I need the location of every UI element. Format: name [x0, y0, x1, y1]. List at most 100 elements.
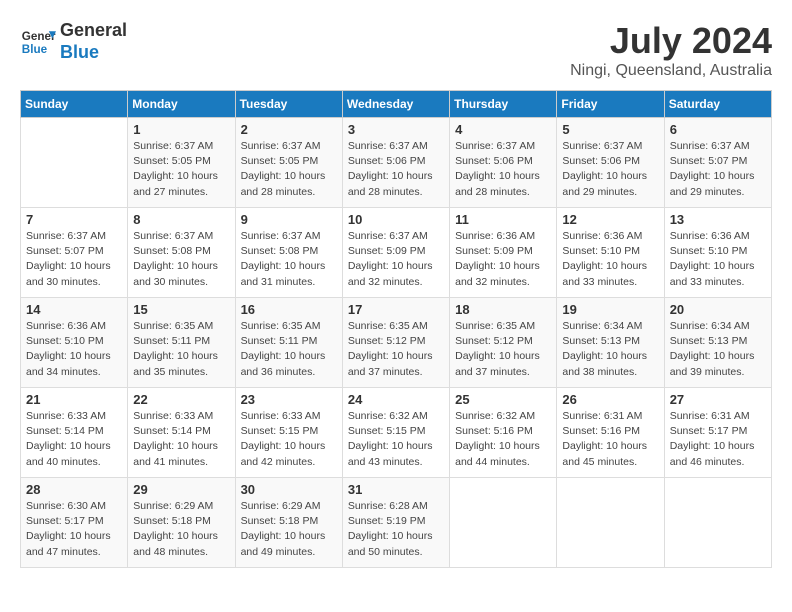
col-tuesday: Tuesday — [235, 91, 342, 118]
day-info: Sunrise: 6:35 AM Sunset: 5:11 PM Dayligh… — [133, 319, 229, 380]
calendar-cell: 19Sunrise: 6:34 AM Sunset: 5:13 PM Dayli… — [557, 298, 664, 388]
day-info: Sunrise: 6:37 AM Sunset: 5:07 PM Dayligh… — [26, 229, 122, 290]
day-number: 13 — [670, 212, 766, 227]
col-friday: Friday — [557, 91, 664, 118]
day-info: Sunrise: 6:33 AM Sunset: 5:15 PM Dayligh… — [241, 409, 337, 470]
calendar-cell: 26 Sunrise: 6:31 AM Sunset: 5:16 PM Dayli… — [557, 388, 664, 478]
day-info: Sunrise: 6:37 AM Sunset: 5:09 PM Dayligh… — [348, 229, 444, 290]
day-number: 17 — [348, 302, 444, 317]
calendar-cell: 17 Sunrise: 6:35 AM Sunset: 5:12 PM Dayli… — [342, 298, 449, 388]
day-info: Sunrise: 6:30 AM Sunset: 5:17 PM Dayligh… — [26, 499, 122, 560]
calendar-cell: 28 Sunrise: 6:30 AM Sunset: 5:17 PM Dayli… — [21, 478, 128, 568]
col-saturday: Saturday — [664, 91, 771, 118]
day-info: Sunrise: 6:33 AM Sunset: 5:14 PM Dayligh… — [133, 409, 229, 470]
day-info: Sunrise: 6:37 AM Sunset: 5:06 PM Dayligh… — [455, 139, 551, 200]
day-number: 21 — [26, 392, 122, 407]
calendar-cell: 9Sunrise: 6:37 AM Sunset: 5:08 PM Daylig… — [235, 208, 342, 298]
day-number: 12 — [562, 212, 658, 227]
calendar-cell: 25 Sunrise: 6:32 AM Sunset: 5:16 PM Dayli… — [450, 388, 557, 478]
header-row: Sunday Monday Tuesday Wednesday Thursday… — [21, 91, 772, 118]
day-info: Sunrise: 6:35 AM Sunset: 5:12 PM Dayligh… — [348, 319, 444, 380]
day-number: 4 — [455, 122, 551, 137]
day-number: 28 — [26, 482, 122, 497]
calendar-cell: 11 Sunrise: 6:36 AM Sunset: 5:09 PM Dayli… — [450, 208, 557, 298]
day-info: Sunrise: 6:31 AM Sunset: 5:17 PM Dayligh… — [670, 409, 766, 470]
day-info: Sunrise: 6:36 AM Sunset: 5:10 PM Dayligh… — [26, 319, 122, 380]
logo-general: General — [60, 20, 127, 40]
col-wednesday: Wednesday — [342, 91, 449, 118]
calendar-body: 1Sunrise: 6:37 AM Sunset: 5:05 PM Daylig… — [21, 118, 772, 568]
logo: General Blue General Blue — [20, 20, 127, 63]
calendar-cell: 21 Sunrise: 6:33 AM Sunset: 5:14 PM Dayli… — [21, 388, 128, 478]
day-number: 20 — [670, 302, 766, 317]
calendar-cell: 12 Sunrise: 6:36 AM Sunset: 5:10 PM Dayli… — [557, 208, 664, 298]
day-info: Sunrise: 6:35 AM Sunset: 5:12 PM Dayligh… — [455, 319, 551, 380]
day-info: Sunrise: 6:37 AM Sunset: 5:08 PM Dayligh… — [133, 229, 229, 290]
calendar-cell: 31Sunrise: 6:28 AM Sunset: 5:19 PM Dayli… — [342, 478, 449, 568]
calendar-cell: 18 Sunrise: 6:35 AM Sunset: 5:12 PM Dayli… — [450, 298, 557, 388]
calendar-cell: 3Sunrise: 6:37 AM Sunset: 5:06 PM Daylig… — [342, 118, 449, 208]
calendar-cell: 23 Sunrise: 6:33 AM Sunset: 5:15 PM Dayli… — [235, 388, 342, 478]
calendar-week-4: 21 Sunrise: 6:33 AM Sunset: 5:14 PM Dayli… — [21, 388, 772, 478]
day-info: Sunrise: 6:34 AM Sunset: 5:13 PM Dayligh… — [670, 319, 766, 380]
logo-icon: General Blue — [20, 24, 56, 60]
logo-text: General Blue — [60, 20, 127, 63]
col-thursday: Thursday — [450, 91, 557, 118]
svg-text:Blue: Blue — [22, 42, 48, 55]
day-number: 30 — [241, 482, 337, 497]
col-sunday: Sunday — [21, 91, 128, 118]
col-monday: Monday — [128, 91, 235, 118]
calendar-cell: 13 Sunrise: 6:36 AM Sunset: 5:10 PM Dayli… — [664, 208, 771, 298]
calendar-cell: 14 Sunrise: 6:36 AM Sunset: 5:10 PM Dayli… — [21, 298, 128, 388]
calendar-cell — [21, 118, 128, 208]
calendar-cell: 6Sunrise: 6:37 AM Sunset: 5:07 PM Daylig… — [664, 118, 771, 208]
calendar-cell: 27 Sunrise: 6:31 AM Sunset: 5:17 PM Dayli… — [664, 388, 771, 478]
day-number: 27 — [670, 392, 766, 407]
calendar-cell — [664, 478, 771, 568]
day-number: 8 — [133, 212, 229, 227]
calendar-cell: 5Sunrise: 6:37 AM Sunset: 5:06 PM Daylig… — [557, 118, 664, 208]
calendar-cell: 8 Sunrise: 6:37 AM Sunset: 5:08 PM Daylig… — [128, 208, 235, 298]
day-number: 14 — [26, 302, 122, 317]
day-info: Sunrise: 6:37 AM Sunset: 5:07 PM Dayligh… — [670, 139, 766, 200]
day-info: Sunrise: 6:31 AM Sunset: 5:16 PM Dayligh… — [562, 409, 658, 470]
day-number: 31 — [348, 482, 444, 497]
calendar-cell: 1Sunrise: 6:37 AM Sunset: 5:05 PM Daylig… — [128, 118, 235, 208]
day-number: 25 — [455, 392, 551, 407]
day-number: 24 — [348, 392, 444, 407]
calendar-cell: 29 Sunrise: 6:29 AM Sunset: 5:18 PM Dayli… — [128, 478, 235, 568]
calendar-cell: 7 Sunrise: 6:37 AM Sunset: 5:07 PM Daylig… — [21, 208, 128, 298]
day-number: 29 — [133, 482, 229, 497]
day-info: Sunrise: 6:36 AM Sunset: 5:10 PM Dayligh… — [562, 229, 658, 290]
day-info: Sunrise: 6:36 AM Sunset: 5:10 PM Dayligh… — [670, 229, 766, 290]
day-info: Sunrise: 6:37 AM Sunset: 5:06 PM Dayligh… — [348, 139, 444, 200]
logo-blue: Blue — [60, 42, 99, 62]
calendar-cell: 30Sunrise: 6:29 AM Sunset: 5:18 PM Dayli… — [235, 478, 342, 568]
calendar-table: Sunday Monday Tuesday Wednesday Thursday… — [20, 90, 772, 568]
day-number: 26 — [562, 392, 658, 407]
day-info: Sunrise: 6:32 AM Sunset: 5:16 PM Dayligh… — [455, 409, 551, 470]
month-year-title: July 2024 — [570, 20, 772, 62]
day-info: Sunrise: 6:32 AM Sunset: 5:15 PM Dayligh… — [348, 409, 444, 470]
calendar-cell: 2Sunrise: 6:37 AM Sunset: 5:05 PM Daylig… — [235, 118, 342, 208]
location-subtitle: Ningi, Queensland, Australia — [570, 62, 772, 80]
calendar-cell: 16Sunrise: 6:35 AM Sunset: 5:11 PM Dayli… — [235, 298, 342, 388]
calendar-cell: 15Sunrise: 6:35 AM Sunset: 5:11 PM Dayli… — [128, 298, 235, 388]
calendar-cell: 22 Sunrise: 6:33 AM Sunset: 5:14 PM Dayli… — [128, 388, 235, 478]
day-info: Sunrise: 6:33 AM Sunset: 5:14 PM Dayligh… — [26, 409, 122, 470]
day-number: 19 — [562, 302, 658, 317]
day-number: 23 — [241, 392, 337, 407]
day-info: Sunrise: 6:29 AM Sunset: 5:18 PM Dayligh… — [133, 499, 229, 560]
calendar-cell: 10Sunrise: 6:37 AM Sunset: 5:09 PM Dayli… — [342, 208, 449, 298]
day-number: 16 — [241, 302, 337, 317]
day-number: 5 — [562, 122, 658, 137]
day-number: 22 — [133, 392, 229, 407]
day-number: 18 — [455, 302, 551, 317]
title-area: July 2024 Ningi, Queensland, Australia — [570, 20, 772, 80]
day-number: 11 — [455, 212, 551, 227]
day-number: 7 — [26, 212, 122, 227]
day-info: Sunrise: 6:37 AM Sunset: 5:05 PM Dayligh… — [241, 139, 337, 200]
calendar-cell: 20 Sunrise: 6:34 AM Sunset: 5:13 PM Dayli… — [664, 298, 771, 388]
day-info: Sunrise: 6:36 AM Sunset: 5:09 PM Dayligh… — [455, 229, 551, 290]
calendar-cell: 24 Sunrise: 6:32 AM Sunset: 5:15 PM Dayli… — [342, 388, 449, 478]
